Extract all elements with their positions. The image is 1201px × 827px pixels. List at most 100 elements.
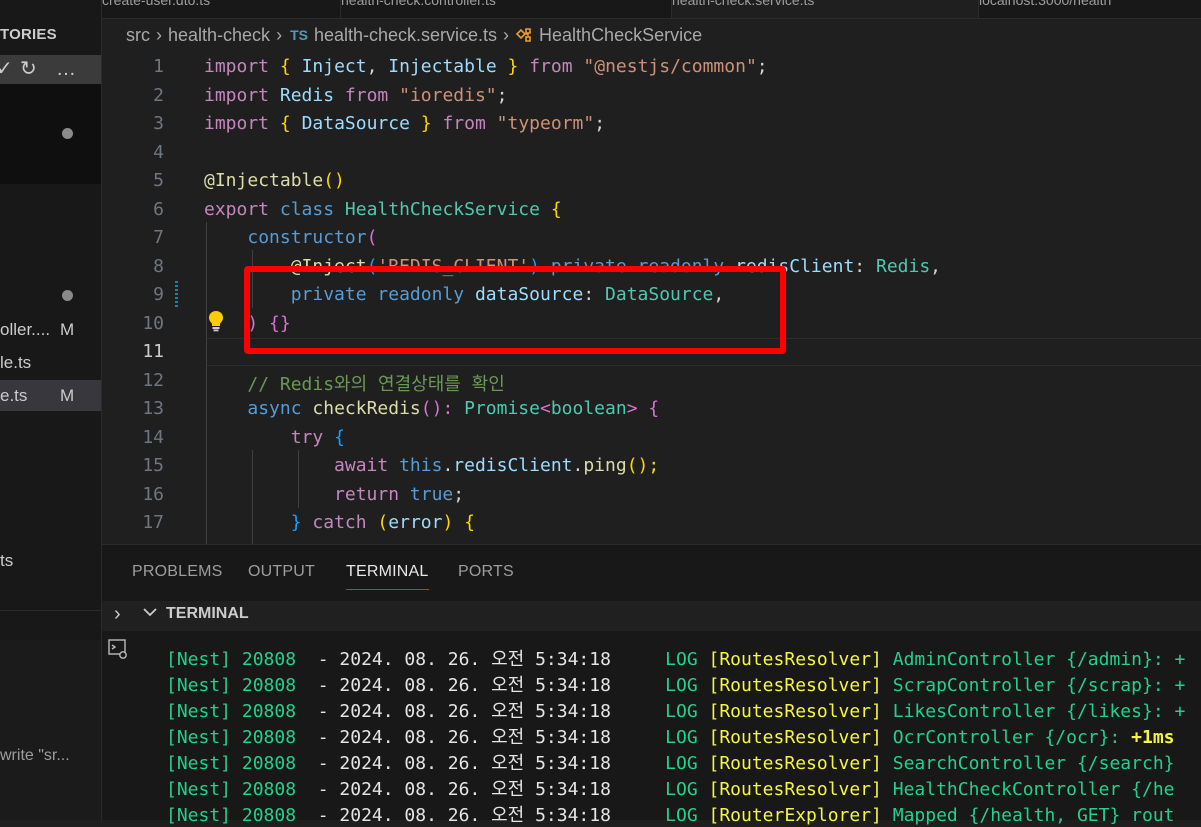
file-item[interactable]: le.ts (0, 353, 31, 373)
log-timing: +1ms (1120, 727, 1175, 748)
token: { (279, 56, 291, 77)
code-line: import { Inject, Injectable } from "@nes… (204, 56, 768, 77)
log-level: LOG (665, 701, 698, 722)
tab-health-check-service[interactable]: health-check.service.ts (672, 0, 979, 18)
log-context: [RoutesResolver] (708, 753, 882, 774)
code-line: try { (204, 427, 345, 448)
log-context: [RoutesResolver] (708, 649, 882, 670)
token: . (442, 455, 454, 476)
chevron-right-icon: › (156, 24, 162, 45)
breadcrumb-folder-health-check[interactable]: health-check (168, 25, 270, 45)
token: async (247, 398, 302, 419)
file-label: ts (0, 551, 14, 570)
token: ; (453, 484, 465, 505)
token: < (539, 398, 551, 419)
line-number: 14 (142, 427, 164, 448)
token: Promise (464, 398, 540, 419)
line-number: 17 (142, 512, 164, 533)
chat-prompt-text[interactable]: write "sr... (0, 747, 70, 765)
line-number: 6 (153, 199, 164, 220)
token: from (344, 85, 389, 106)
log-message: SearchController {/search} (892, 753, 1175, 774)
refresh-icon[interactable]: ↻ (20, 57, 37, 81)
token: catch (312, 512, 367, 533)
code-line: constructor( (204, 227, 377, 248)
file-item[interactable]: oller.... (0, 320, 50, 340)
token: ( (377, 512, 389, 533)
breadcrumb-symbol[interactable]: HealthCheckService (539, 25, 702, 45)
token: Redis (875, 256, 931, 277)
log-line: [Nest] 20808 - 2024. 08. 26. 오전 5:34:18 … (166, 749, 1175, 775)
code-editor[interactable]: 1 2 3 4 5 6 7 8 9 10 11 12 13 14 15 16 1… (102, 52, 1201, 544)
log-message: Mapped {/health, GET} rout (892, 805, 1175, 826)
code-line: import Redis from "ioredis"; (204, 85, 508, 106)
log-line: [Nest] 20808 - 2024. 08. 26. 오전 5:34:18 … (166, 645, 1185, 671)
file-item[interactable]: ts (0, 551, 13, 571)
chevron-right-icon[interactable]: › (114, 603, 121, 626)
log-context: [RoutesResolver] (708, 701, 882, 722)
chevron-right-icon: › (503, 24, 510, 45)
tab-problems[interactable]: PROBLEMS (132, 563, 223, 581)
red-annotation-box (244, 266, 786, 354)
chat-prompt-label: write "sr... (0, 747, 70, 764)
terminal-header: › TERMINAL (102, 601, 1201, 631)
token: import (204, 113, 270, 134)
lightbulb-icon[interactable] (207, 310, 225, 332)
log-context: [RoutesResolver] (708, 727, 882, 748)
log-level: LOG (665, 727, 698, 748)
more-actions-icon[interactable]: … (56, 57, 76, 81)
token: true (409, 484, 454, 505)
token: } (290, 512, 302, 533)
token: @ (204, 170, 215, 191)
log-date: - 2024. 08. 26. 오전 5:34:18 (317, 753, 611, 774)
token: , (930, 256, 942, 277)
tab-health-check-controller[interactable]: health-check.controller.ts (341, 0, 672, 18)
line-number: 12 (142, 370, 164, 391)
log-date: - 2024. 08. 26. 오전 5:34:18 (317, 701, 611, 722)
token: Redis (279, 85, 335, 106)
line-number: 8 (153, 256, 164, 277)
tab-label: health-check.service.ts (672, 0, 815, 8)
token: { (464, 512, 475, 533)
tab-label: create-user.dto.ts (102, 0, 211, 8)
modified-badge: M (60, 320, 75, 339)
token: import (204, 85, 270, 106)
log-line: [Nest] 20808 - 2024. 08. 26. 오전 5:34:18 … (166, 723, 1175, 749)
log-message: OcrController {/ocr}: (892, 727, 1121, 748)
line-number: 15 (142, 455, 164, 476)
log-date: - 2024. 08. 26. 오전 5:34:18 (317, 727, 611, 748)
breadcrumb-file[interactable]: health-check.service.ts (314, 25, 497, 45)
tab-create-user-dto[interactable]: create-user.dto.ts (102, 0, 341, 18)
tab-localhost-health[interactable]: localhost:3000/health (979, 0, 1201, 18)
terminal-settings-icon[interactable] (106, 637, 130, 661)
file-label: le.ts (0, 353, 32, 372)
token: return (334, 484, 400, 505)
terminal-output[interactable]: [Nest] 20808 - 2024. 08. 26. 오전 5:34:18 … (136, 631, 1201, 826)
tab-ports[interactable]: PORTS (458, 563, 514, 581)
log-level: LOG (665, 675, 698, 696)
typescript-file-icon: TS (290, 27, 308, 44)
explorer-toolbar: ✓ ↻ … (0, 55, 101, 84)
tab-output[interactable]: OUTPUT (248, 563, 315, 581)
line-number: 16 (142, 484, 164, 505)
line-number: 9 (153, 284, 164, 305)
token: } (507, 56, 519, 77)
log-prefix: [Nest] 20808 (166, 649, 297, 670)
log-message: AdminController {/admin}: + (892, 649, 1186, 670)
token: : (854, 256, 866, 277)
code-line: // Redis와의 연결상태를 확인 (204, 370, 504, 396)
token: "typeorm" (496, 113, 595, 134)
token: HealthCheckService (344, 199, 540, 220)
token: (); (626, 455, 660, 476)
breadcrumb-folder-src[interactable]: src (126, 25, 150, 45)
log-prefix: [Nest] 20808 (166, 779, 297, 800)
log-prefix: [Nest] 20808 (166, 805, 297, 826)
check-icon[interactable]: ✓ (0, 57, 13, 81)
chat-area (0, 640, 101, 820)
file-item[interactable]: e.ts (0, 386, 27, 406)
token: { (279, 113, 291, 134)
chevron-down-icon[interactable] (142, 604, 158, 620)
tab-terminal[interactable]: TERMINAL (346, 563, 429, 590)
token: , (366, 56, 378, 77)
bottom-panel: PROBLEMS OUTPUT TERMINAL PORTS › TERMINA… (102, 544, 1201, 826)
